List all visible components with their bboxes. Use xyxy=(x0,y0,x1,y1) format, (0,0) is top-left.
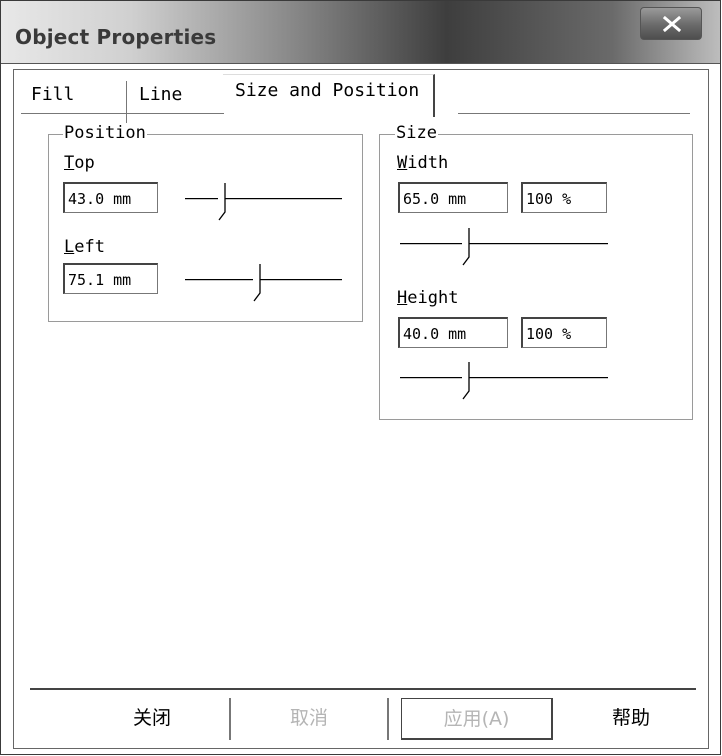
tab-line[interactable]: Line xyxy=(126,81,182,125)
height-percent-input[interactable]: 100 % xyxy=(521,317,607,348)
slider-thumb[interactable] xyxy=(250,263,264,303)
top-slider[interactable] xyxy=(185,182,342,222)
close-button[interactable]: 关闭 xyxy=(75,698,231,740)
top-label: Top xyxy=(64,153,95,173)
tab-size-and-position[interactable]: Size and Position xyxy=(223,74,436,117)
slider-thumb[interactable] xyxy=(459,227,473,267)
slider-track-shadow xyxy=(400,244,608,245)
position-group-label: Position xyxy=(63,123,147,143)
window-close-button[interactable] xyxy=(640,7,702,40)
window-title: Object Properties xyxy=(15,25,217,49)
tab-fill[interactable]: Fill xyxy=(29,81,74,125)
help-button[interactable]: 帮助 xyxy=(566,698,696,740)
slider-track-shadow xyxy=(400,378,608,379)
left-label: Left xyxy=(64,237,105,257)
button-separator xyxy=(30,688,696,690)
slider-track-shadow xyxy=(185,199,342,200)
left-input[interactable]: 75.1 mm xyxy=(63,263,158,294)
size-group-label: Size xyxy=(395,123,438,143)
apply-button[interactable]: 应用(A) xyxy=(401,698,553,740)
top-input[interactable]: 43.0 mm xyxy=(63,182,158,213)
title-bar[interactable]: Object Properties xyxy=(1,1,720,64)
width-percent-input[interactable]: 100 % xyxy=(521,182,607,213)
tab-strip-divider xyxy=(458,113,690,114)
tab-line-label: Line xyxy=(139,84,183,105)
width-label: Width xyxy=(397,153,449,173)
height-label: Height xyxy=(397,288,459,308)
cancel-button[interactable]: 取消 xyxy=(231,698,389,740)
tab-strip-divider xyxy=(21,113,224,114)
width-input[interactable]: 65.0 mm xyxy=(398,182,508,213)
slider-thumb[interactable] xyxy=(459,361,473,401)
height-input[interactable]: 40.0 mm xyxy=(398,317,508,348)
object-properties-dialog: Object Properties Fill Line Size and Pos… xyxy=(0,0,721,755)
height-slider[interactable] xyxy=(400,361,608,401)
left-slider[interactable] xyxy=(185,263,342,303)
width-slider[interactable] xyxy=(400,227,608,267)
tab-fill-label: Fill xyxy=(31,84,75,105)
tab-size-and-position-label: Size and Position xyxy=(235,80,420,101)
close-x-icon xyxy=(663,16,681,32)
slider-thumb[interactable] xyxy=(215,182,229,222)
